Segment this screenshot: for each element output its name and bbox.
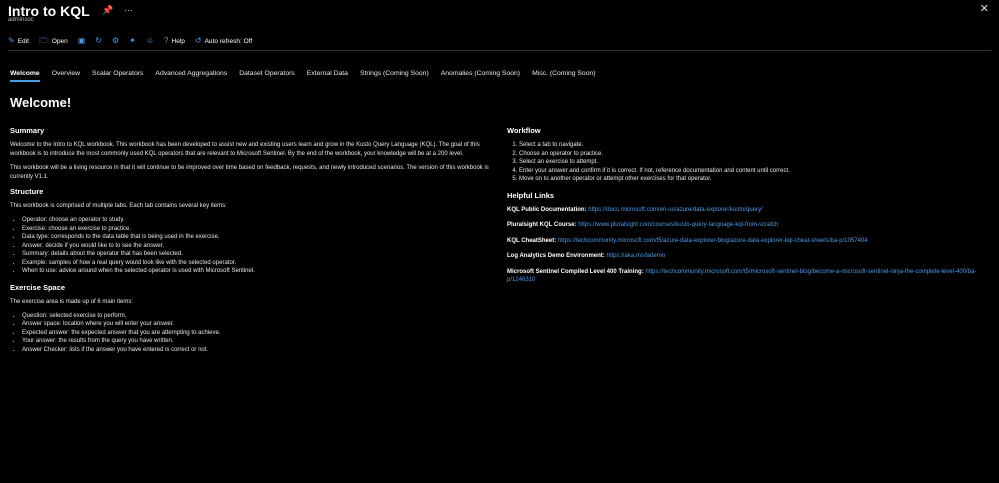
list-item: Your answer: the results from the query … [22, 337, 490, 346]
structure-intro: This workbook is comprised of multiple t… [10, 203, 227, 209]
list-item: Exercise: choose an exercise to practice… [22, 225, 490, 234]
ellipsis-icon[interactable]: ··· [124, 5, 133, 15]
tab-misc[interactable]: Misc. (Coming Soon) [532, 70, 595, 82]
link-label: Microsoft Sentinel Compiled Level 400 Tr… [507, 268, 644, 275]
list-item: Choose an operator to practice. [519, 150, 992, 159]
toolbar: ✎ Edit 🗁 Open ▣ ↻ ⚙ ✦ ☺ ? Help ↺ Auto re… [8, 33, 991, 49]
list-item: Answer space: location where you will en… [22, 320, 490, 329]
title-bar: Intro to KQL 📌 ··· [8, 2, 991, 26]
exercise-space-heading: Exercise Space [10, 282, 66, 292]
link-label: Log Analytics Demo Environment: [507, 253, 605, 259]
list-item: Expected answer: the expected answer tha… [22, 329, 490, 338]
left-column: Summary Welcome to the Intro to KQL work… [10, 126, 490, 361]
edit-button[interactable]: ✎ Edit [8, 37, 29, 45]
open-label: Open [51, 37, 68, 45]
workflow-list: Select a tab to navigate. Choose an oper… [519, 141, 992, 184]
tab-external-data[interactable]: External Data [307, 70, 348, 82]
tab-strings[interactable]: Strings (Coming Soon) [360, 70, 429, 82]
pencil-icon: ✎ [8, 36, 15, 45]
auto-refresh-label: Auto refresh: Off [204, 37, 253, 45]
list-item: Summary: details about the operator that… [22, 250, 490, 259]
smiley-icon: ☺ [145, 36, 155, 45]
title-icons: 📌 ··· [102, 5, 141, 16]
refresh-button[interactable]: ↻ [95, 37, 102, 45]
feedback-button[interactable]: ☺ [146, 37, 154, 45]
list-item: Operator: choose an operator to study. [22, 216, 490, 225]
summary-paragraph-2: This workbook will be a living resource … [10, 165, 489, 180]
demo-env-link[interactable]: https://aka.ms/lademo [606, 253, 665, 259]
edit-label: Edit [17, 37, 29, 45]
pin-button[interactable]: ✦ [129, 37, 136, 45]
pin-toolbar-icon: ✦ [129, 36, 136, 45]
help-button[interactable]: ? Help [164, 37, 185, 45]
toolbar-divider [8, 50, 991, 51]
save-button[interactable]: ▣ [78, 37, 86, 45]
list-item: Question: selected exercise to perform. [22, 312, 490, 321]
tab-dataset-operators[interactable]: Dataset Operators [239, 70, 295, 82]
list-item: Move on to another operator or attempt o… [519, 175, 992, 184]
right-column: Workflow Select a tab to navigate. Choos… [507, 126, 992, 292]
page-heading: Welcome! [10, 95, 72, 110]
auto-refresh-button[interactable]: ↺ Auto refresh: Off [195, 37, 252, 45]
summary-paragraph-1: Welcome to the Intro to KQL workbook. Th… [10, 142, 480, 157]
list-item: Select a tab to navigate. [519, 141, 992, 150]
list-item: Select an exercise to attempt. [519, 158, 992, 167]
link-label: KQL Public Documentation: [507, 206, 587, 213]
palette-icon: ⚙ [112, 36, 120, 45]
workbook-subtitle: adminsoc [8, 17, 34, 23]
list-item: Answer Checker: lists if the answer you … [22, 346, 490, 355]
folder-icon: 🗁 [38, 36, 49, 45]
workflow-heading: Workflow [507, 126, 541, 135]
exercise-space-intro: The exercise area is made up of 6 main i… [10, 298, 134, 305]
pluralsight-link[interactable]: https://www.pluralsight.com/courses/kust… [578, 222, 778, 228]
cheatsheet-link[interactable]: https://techcommunity.microsoft.com/t5/a… [558, 238, 868, 244]
link-row-kql-docs: KQL Public Documentation: https://docs.m… [507, 206, 992, 215]
link-row-cheatsheet: KQL CheatSheet: https://techcommunity.mi… [507, 237, 992, 246]
question-icon: ? [164, 36, 169, 45]
kql-docs-link[interactable]: https://docs.microsoft.com/en-us/azure/d… [588, 207, 762, 213]
save-icon: ▣ [77, 36, 86, 45]
close-button[interactable]: ✕ [980, 2, 989, 15]
link-row-demo-env: Log Analytics Demo Environment: https://… [507, 252, 992, 261]
tab-scalar-operators[interactable]: Scalar Operators [92, 70, 143, 82]
tab-overview[interactable]: Overview [52, 70, 80, 82]
list-item: Data type: corresponds to the data table… [22, 233, 490, 242]
structure-heading: Structure [10, 187, 44, 196]
list-item: Enter your answer and confirm if it is c… [519, 167, 992, 176]
list-item: When to use: advice around when the sele… [22, 267, 490, 276]
refresh-icon: ↻ [95, 36, 102, 45]
help-label: Help [171, 37, 185, 45]
link-label: KQL CheatSheet: [507, 237, 557, 244]
link-row-pluralsight: Pluralsight KQL Course: https://www.plur… [507, 221, 992, 230]
clock-icon: ↺ [194, 36, 202, 45]
pin-icon[interactable]: 📌 [102, 5, 113, 15]
helpful-links-heading: Helpful Links [507, 190, 555, 200]
tab-anomalies[interactable]: Anomalies (Coming Soon) [441, 70, 520, 82]
link-label: Pluralsight KQL Course: [507, 222, 577, 228]
tab-bar: Welcome Overview Scalar Operators Advanc… [10, 70, 596, 82]
list-item: Answer: decide if you would like to to s… [22, 242, 490, 251]
customize-button[interactable]: ⚙ [112, 37, 119, 45]
exercise-space-list: Question: selected exercise to perform. … [22, 312, 490, 355]
structure-list: Operator: choose an operator to study. E… [22, 216, 490, 276]
summary-heading: Summary [10, 126, 45, 135]
open-button[interactable]: 🗁 Open [39, 37, 68, 45]
tab-advanced-aggregations[interactable]: Advanced Aggregations [155, 70, 227, 82]
link-row-sentinel-training: Microsoft Sentinel Compiled Level 400 Tr… [507, 268, 992, 285]
list-item: Example: samples of how a real query wou… [22, 259, 490, 268]
tab-welcome[interactable]: Welcome [10, 70, 40, 82]
